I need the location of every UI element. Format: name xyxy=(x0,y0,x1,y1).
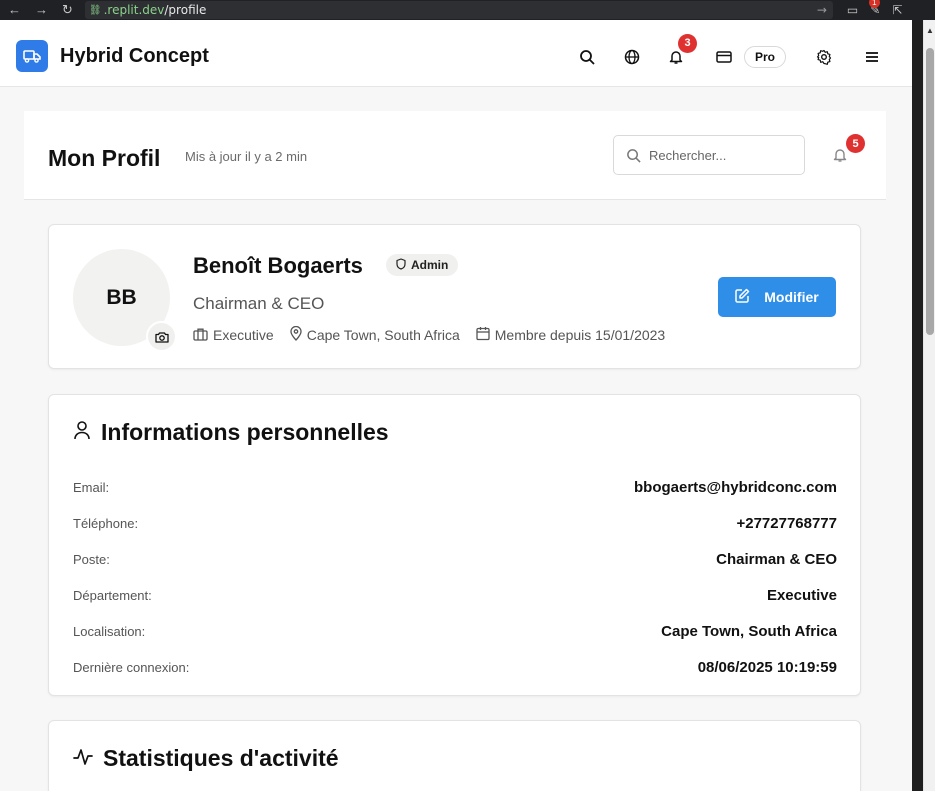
last-updated-text: Mis à jour il y a 2 min xyxy=(185,149,308,164)
location-meta: Cape Town, South Africa xyxy=(290,325,460,344)
personal-info-title: Informations personnelles xyxy=(101,419,389,445)
camera-icon[interactable] xyxy=(146,321,177,352)
gear-icon[interactable] xyxy=(814,47,834,67)
url-path: /profile xyxy=(164,3,207,17)
profile-name: Benoît Bogaerts xyxy=(193,253,363,278)
notifications-bell-icon[interactable]: 3 xyxy=(666,33,697,67)
notification-count-badge: 3 xyxy=(678,33,697,53)
info-label: Dernière connexion: xyxy=(73,659,190,675)
member-since-text: Membre depuis 15/01/2023 xyxy=(494,327,666,343)
info-row-phone: Téléphone: +27727768777 xyxy=(73,505,837,541)
activity-stats-title: Statistiques d'activité xyxy=(103,745,339,771)
edit-profile-button[interactable]: Modifier xyxy=(718,277,836,317)
plan-badge[interactable]: Pro xyxy=(744,45,787,68)
link-icon: ⛓ xyxy=(88,4,102,16)
avatar-initials: BB xyxy=(106,285,137,309)
edit-profile-label: Modifier xyxy=(764,289,819,305)
activity-stats-heading: Statistiques d'activité xyxy=(73,745,339,772)
info-value: +27727768777 xyxy=(736,514,837,532)
personal-info-heading: Informations personnelles xyxy=(73,419,389,446)
info-label: Localisation: xyxy=(73,623,146,639)
url-host: .replit.dev xyxy=(103,3,165,17)
go-arrow-icon[interactable]: → xyxy=(817,3,833,17)
info-row-location: Localisation: Cape Town, South Africa xyxy=(73,613,837,649)
back-icon[interactable]: ← xyxy=(8,2,21,18)
search-box[interactable] xyxy=(613,135,805,175)
info-value: Chairman & CEO xyxy=(716,550,837,568)
calendar-icon xyxy=(476,326,490,344)
shield-icon xyxy=(396,257,406,273)
map-pin-icon xyxy=(290,325,302,344)
info-value: bbogaerts@hybridconc.com xyxy=(634,478,837,496)
info-row-position: Poste: Chairman & CEO xyxy=(73,541,837,577)
scrollbar-thumb[interactable] xyxy=(926,48,934,335)
activity-stats-card: Statistiques d'activité xyxy=(48,720,861,791)
scroll-up-icon[interactable]: ▲ xyxy=(926,26,934,35)
profile-card: BB Benoît Bogaerts Admin Chairman & CEO … xyxy=(48,224,861,369)
page-title: Mon Profil xyxy=(48,145,161,171)
search-icon[interactable] xyxy=(577,47,597,67)
department-meta: Executive xyxy=(193,327,274,344)
page-title-bar: Mon Profil Mis à jour il y a 2 min 5 xyxy=(24,111,886,200)
search-icon xyxy=(626,148,641,163)
info-label: Téléphone: xyxy=(73,515,139,531)
edit-icon xyxy=(735,288,750,306)
info-row-email: Email: bbogaerts@hybridconc.com xyxy=(73,469,837,505)
globe-icon[interactable] xyxy=(622,47,642,67)
info-label: Email: xyxy=(73,479,110,495)
info-row-department: Département: Executive xyxy=(73,577,837,613)
forward-icon[interactable]: → xyxy=(35,2,48,18)
info-value: Executive xyxy=(766,586,837,604)
reload-icon[interactable]: ↻ xyxy=(62,2,73,18)
info-row-last-login: Dernière connexion: 08/06/2025 10:19:59 xyxy=(73,649,837,685)
search-input[interactable] xyxy=(649,147,789,163)
user-icon xyxy=(73,419,91,446)
info-value: Cape Town, South Africa xyxy=(661,622,837,640)
member-since-meta: Membre depuis 15/01/2023 xyxy=(476,326,665,344)
brand-name: Hybrid Concept xyxy=(60,44,209,67)
location-text: Cape Town, South Africa xyxy=(306,327,460,343)
briefcase-icon xyxy=(193,327,208,344)
truck-logo-icon[interactable] xyxy=(16,40,48,72)
personal-info-card: Informations personnelles Email: bbogaert… xyxy=(48,394,861,696)
page-body: Mon Profil Mis à jour il y a 2 min 5 BB … xyxy=(0,87,912,791)
info-label: Poste: xyxy=(73,551,110,567)
alerts-bell-icon[interactable] xyxy=(832,147,848,168)
app-header: Hybrid Concept 3 Pro xyxy=(0,26,912,87)
info-value: 08/06/2025 10:19:59 xyxy=(697,658,837,676)
role-badge-label: Admin xyxy=(411,258,449,272)
role-badge: Admin xyxy=(386,254,459,276)
profile-title: Chairman & CEO xyxy=(193,294,325,313)
info-label: Département: xyxy=(73,587,152,603)
menu-icon[interactable] xyxy=(862,47,882,67)
credit-card-icon[interactable] xyxy=(714,47,734,67)
alert-count-badge: 5 xyxy=(846,134,865,153)
browser-toolbar: ← → ↻ ⛓ .replit.dev/profile → ▭ ✎ 1 ⇱ xyxy=(0,0,935,20)
address-bar[interactable]: ⛓ .replit.dev/profile → xyxy=(84,1,833,19)
screen-icon[interactable]: ▭ xyxy=(847,3,858,17)
open-external-icon[interactable]: ⇱ xyxy=(892,3,902,17)
window-edge xyxy=(912,20,923,791)
activity-pulse-icon xyxy=(73,745,93,772)
profile-meta: Executive Cape Town, South Africa Membre… xyxy=(193,325,681,344)
personal-info-list: Email: bbogaerts@hybridconc.com Téléphone… xyxy=(73,469,837,685)
scrollbar[interactable]: ▲ xyxy=(923,20,935,791)
department-text: Executive xyxy=(213,327,274,343)
